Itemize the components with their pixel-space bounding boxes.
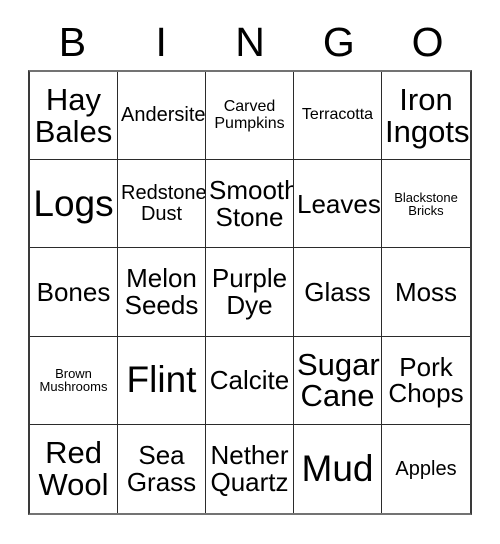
bingo-header-letter-n: N <box>235 18 265 65</box>
bingo-cell[interactable]: Andersite <box>118 72 206 161</box>
bingo-cell-label: Bones <box>36 276 111 307</box>
bingo-cell-label: Red Wool <box>38 435 109 502</box>
bingo-cell[interactable]: Smooth Stone <box>206 160 294 249</box>
bingo-cell[interactable]: Carved Pumpkins <box>206 72 294 161</box>
bingo-cell[interactable]: Flint <box>118 336 206 425</box>
bingo-cell[interactable]: Blackstone Bricks <box>382 160 470 249</box>
bingo-cell[interactable]: Calcite <box>206 336 294 425</box>
bingo-cell-label: Logs <box>33 182 114 224</box>
bingo-cell-label: Mud <box>301 448 374 490</box>
bingo-cell[interactable]: Mud <box>294 424 382 513</box>
bingo-header-letter-i: I <box>155 18 167 65</box>
bingo-cell[interactable]: Brown Mushrooms <box>30 336 118 425</box>
bingo-header-row: B I N G O <box>28 14 472 70</box>
bingo-cell[interactable]: Red Wool <box>30 424 118 513</box>
bingo-cell[interactable]: Purple Dye <box>206 248 294 337</box>
bingo-cell[interactable]: Hay Bales <box>30 72 118 161</box>
bingo-cell-label: Flint <box>126 359 197 401</box>
bingo-cell-label: Sea Grass <box>126 440 197 497</box>
bingo-header-letter-o: O <box>411 18 444 65</box>
bingo-cell-label: Calcite <box>209 364 290 395</box>
bingo-cell-label: Nether Quartz <box>210 440 289 497</box>
bingo-cell-label: Leaves <box>297 188 381 219</box>
bingo-cell-label: Carved Pumpkins <box>214 98 285 132</box>
bingo-cell[interactable]: Nether Quartz <box>206 424 294 513</box>
bingo-cell-label: Apples <box>395 457 457 480</box>
bingo-cell[interactable]: Leaves <box>294 160 382 249</box>
bingo-cell-label: Andersite <box>121 104 206 127</box>
bingo-cell-label: Iron Ingots <box>385 81 470 149</box>
bingo-cell[interactable]: Sugar Cane <box>294 336 382 425</box>
bingo-cell[interactable]: Glass <box>294 248 382 337</box>
bingo-cell-label: Smooth Stone <box>209 175 294 232</box>
bingo-cell-label: Purple Dye <box>211 263 288 320</box>
bingo-cell-label: Terracotta <box>301 106 374 124</box>
bingo-header-letter-g: G <box>322 18 355 65</box>
bingo-cell-label: Moss <box>394 276 458 307</box>
bingo-cell-label: Pork Chops <box>388 351 464 409</box>
bingo-cell-label: Glass <box>304 276 371 307</box>
bingo-cell-label: Redstone Dust <box>121 182 206 225</box>
bingo-cell-label: Blackstone Bricks <box>394 189 458 218</box>
bingo-cell[interactable]: Moss <box>382 248 470 337</box>
bingo-cell-label: Melon Seeds <box>124 263 199 320</box>
bingo-cell[interactable]: Redstone Dust <box>118 160 206 249</box>
bingo-cell[interactable]: Melon Seeds <box>118 248 206 337</box>
bingo-cell[interactable]: Terracotta <box>294 72 382 161</box>
bingo-cell[interactable]: Iron Ingots <box>382 72 470 161</box>
bingo-cell[interactable]: Sea Grass <box>118 424 206 513</box>
bingo-header-letter-b: B <box>58 18 87 65</box>
bingo-cell-label: Sugar Cane <box>297 346 380 414</box>
bingo-cell[interactable]: Pork Chops <box>382 336 470 425</box>
bingo-grid: Hay Bales Andersite Carved Pumpkins Terraco… <box>28 70 472 515</box>
bingo-cell[interactable]: Logs <box>30 160 118 249</box>
bingo-cell[interactable]: Apples <box>382 424 470 513</box>
bingo-cell-label: Hay Bales <box>34 81 113 149</box>
bingo-cell[interactable]: Bones <box>30 248 118 337</box>
bingo-card: B I N G O Hay Bales Andersite Carved Pumpk… <box>0 0 500 544</box>
bingo-cell-label: Brown Mushrooms <box>39 365 108 395</box>
